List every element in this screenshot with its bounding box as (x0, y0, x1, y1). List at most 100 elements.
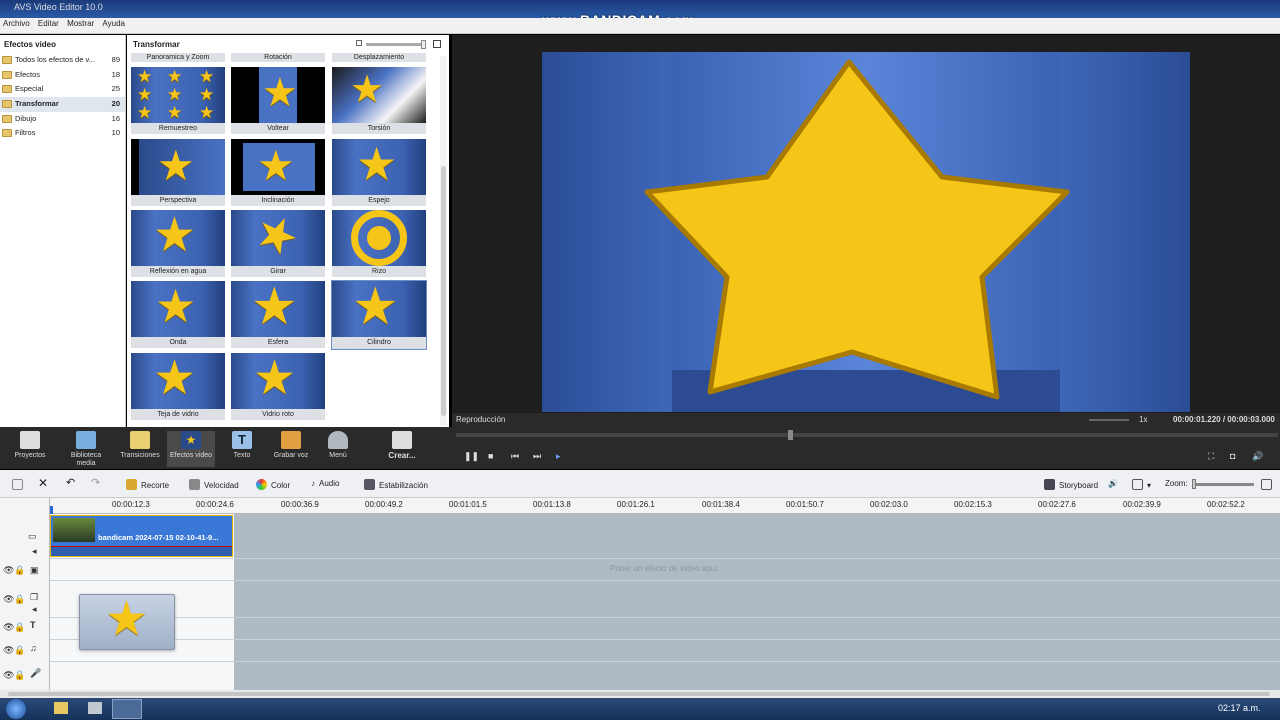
thumbnail-size-slider[interactable] (366, 40, 426, 49)
effect-tile-girar[interactable]: ★ Girar (231, 210, 325, 278)
explorer-icon[interactable] (54, 702, 68, 714)
previous-frame-icon[interactable]: ⏮ (511, 451, 519, 462)
category-dibujo[interactable]: Dibujo 16 (0, 112, 125, 127)
video-clip[interactable]: bandicam 2024-07-15 02-10-41-9... (50, 515, 233, 557)
effect-tile-remuestreo[interactable]: ★ ★ ★ ★ ★ ★ ★ ★ ★ Remuestreo (131, 67, 225, 135)
effect-tile-voltear[interactable]: ★ Voltear (231, 67, 325, 135)
text-icon: T (232, 431, 252, 449)
effect-tile-inclinacion[interactable]: ★ Inclinación (231, 139, 325, 207)
effect-tile-onda[interactable]: ★ Onda (131, 281, 225, 349)
effect-thumbnail: ★ (131, 139, 225, 195)
lock-icon[interactable]: 🔒 (14, 594, 25, 605)
media-library-button[interactable]: Biblioteca media (62, 431, 110, 468)
category-label: Transformar (15, 99, 59, 109)
snapshot-icon[interactable]: ◘ (1230, 451, 1235, 461)
video-effects-button[interactable]: ★ Efectos video (167, 431, 215, 467)
transitions-button[interactable]: Transiciones (116, 431, 164, 460)
redo-icon[interactable]: ↷ (91, 476, 100, 489)
fit-timeline-icon[interactable] (1261, 479, 1276, 490)
stop-icon[interactable]: ■ (488, 451, 493, 461)
timeline-scrollbar[interactable] (0, 690, 1280, 698)
text-button[interactable]: T Texto (218, 431, 266, 460)
effect-label-panoramica[interactable]: Panoramica y Zoom (131, 53, 225, 62)
large-view-icon[interactable] (433, 40, 441, 48)
timeline-ruler[interactable]: 00:00:12.3 00:00:24.6 00:00:36.9 00:00:4… (50, 498, 1280, 514)
speed-button[interactable]: Velocidad (189, 479, 239, 490)
zoom-knob[interactable] (1192, 479, 1196, 489)
lock-icon[interactable]: 🔒 (14, 645, 25, 656)
speed-label: Velocidad (204, 481, 239, 490)
playhead[interactable] (50, 506, 53, 514)
undo-icon[interactable]: ↶ (66, 476, 75, 489)
category-all[interactable]: Todos los efectos de v... 89 (0, 53, 125, 68)
play-range-icon[interactable]: ▸ (556, 451, 561, 462)
category-filtros[interactable]: Filtros 10 (0, 126, 125, 141)
effect-drop-hint: Poner un efecto de vídeo aquí (610, 564, 718, 573)
avs-taskbar-icon[interactable] (112, 699, 142, 719)
menu-archivo[interactable]: Archivo (0, 18, 33, 29)
stabilization-button[interactable]: Estabilización (364, 479, 428, 490)
menu-ayuda[interactable]: Ayuda (99, 18, 128, 29)
tool-label: Crear... (388, 451, 416, 460)
grid-icon[interactable] (12, 479, 27, 490)
color-button[interactable]: Color (256, 479, 290, 490)
lock-icon[interactable]: 🔒 (14, 565, 25, 576)
trim-label: Recorte (141, 481, 170, 490)
volume-icon[interactable]: 🔊 (1252, 451, 1263, 462)
menu-mostrar[interactable]: Mostrar (64, 18, 97, 29)
ruler-tick: 00:02:15.3 (954, 500, 992, 509)
effect-tile-cilindro[interactable]: ★ Cilindro (331, 280, 427, 350)
effect-tile-perspectiva[interactable]: ★ Perspectiva (131, 139, 225, 207)
taskbar-app-icon[interactable] (88, 702, 102, 714)
video-track-icon: ▭ (28, 531, 37, 541)
start-button[interactable] (6, 699, 26, 719)
seek-knob[interactable] (788, 430, 793, 440)
effect-label-desplazamiento[interactable]: Desplazamiento (332, 53, 426, 62)
effect-tile-espejo[interactable]: ★ Espejo (332, 139, 426, 207)
audio-levels-icon[interactable]: 🔊 (1108, 479, 1118, 488)
effects-scrollbar[interactable] (440, 56, 447, 426)
visibility-eye-icon[interactable]: 👁 (3, 645, 14, 656)
pause-icon[interactable]: ❚❚ (464, 451, 479, 462)
trim-button[interactable]: Recorte (126, 479, 169, 490)
next-frame-icon[interactable]: ⏭ (533, 451, 541, 462)
visibility-eye-icon[interactable]: 👁 (3, 594, 14, 605)
effect-tile-teja-de-vidrio[interactable]: ★ Teja de vidrio (131, 353, 225, 421)
effect-tile-rizo[interactable]: Rizo (332, 210, 426, 278)
slider-knob[interactable] (421, 40, 426, 49)
scrollbar-thumb[interactable] (441, 166, 446, 416)
category-efectos[interactable]: Efectos 18 (0, 68, 125, 83)
lock-icon[interactable]: 🔒 (14, 622, 25, 633)
scrollbar-thumb[interactable] (8, 692, 1270, 696)
fullscreen-icon[interactable]: ⛶ (1208, 451, 1214, 462)
effect-tile-esfera[interactable]: ★ Esfera (231, 281, 325, 349)
zoom-label: Zoom: (1165, 479, 1188, 488)
record-voice-button[interactable]: Grabar voz (267, 431, 315, 460)
effect-tile-torsion[interactable]: ★ Torsión (332, 67, 426, 135)
delete-icon[interactable]: ✕ (38, 476, 48, 490)
category-transformar[interactable]: Transformar 20 (0, 97, 125, 112)
menu-button[interactable]: Menú (314, 431, 362, 460)
menu-editar[interactable]: Editar (35, 18, 62, 29)
effect-clip[interactable]: ★ (79, 594, 175, 650)
projects-button[interactable]: Proyectos (6, 431, 54, 460)
create-button[interactable]: Crear... (378, 431, 426, 460)
effect-tile-reflexion-en-agua[interactable]: ★ Reflexión en agua (131, 210, 225, 278)
effect-tile-vidrio-roto[interactable]: ★ Vidrio roto (231, 353, 325, 421)
visibility-eye-icon[interactable]: 👁 (3, 670, 14, 681)
timeline-zoom-slider[interactable] (1192, 479, 1254, 489)
display-icon[interactable]: ▾ (1132, 479, 1151, 490)
lock-icon[interactable]: 🔒 (14, 670, 25, 681)
ruler-tick: 00:00:49.2 (365, 500, 403, 509)
category-especial[interactable]: Especial 25 (0, 82, 125, 97)
effect-thumbnail: ★ (131, 353, 225, 409)
effect-label-rotacion[interactable]: Rotación (231, 53, 325, 62)
ruler-tick: 00:02:52.2 (1207, 500, 1245, 509)
small-view-icon[interactable] (356, 40, 362, 46)
speed-slider[interactable] (1089, 419, 1129, 421)
visibility-eye-icon[interactable]: 👁 (3, 622, 14, 633)
visibility-eye-icon[interactable]: 👁 (3, 565, 14, 576)
audio-button[interactable]: ♪ Audio (311, 479, 339, 488)
seek-bar[interactable] (456, 430, 1278, 440)
storyboard-button[interactable]: Storyboard (1044, 479, 1098, 490)
